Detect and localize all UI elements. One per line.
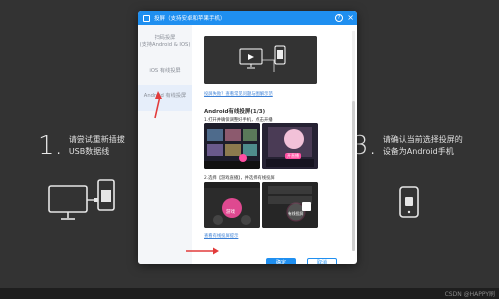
annotation-arrows	[154, 91, 219, 255]
